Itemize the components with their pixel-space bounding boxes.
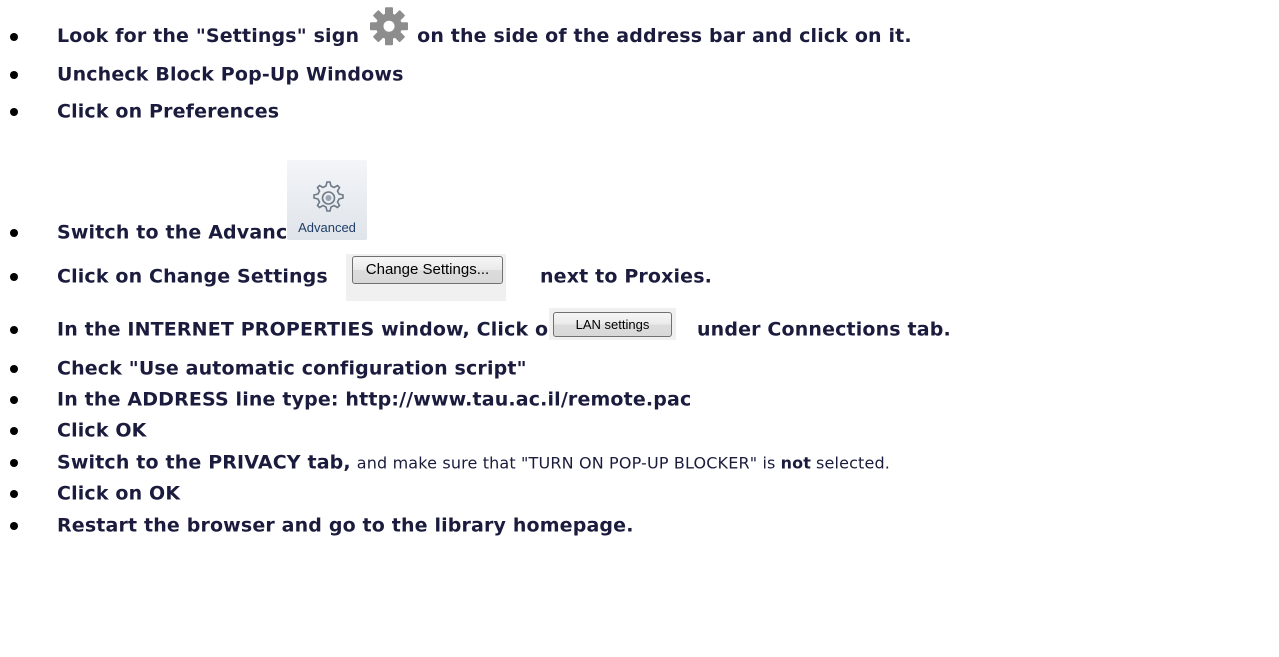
advanced-tab-button[interactable]: Advanced bbox=[287, 160, 367, 240]
item-text: Check "Use automatic configuration scrip… bbox=[57, 357, 527, 380]
lan-settings-button[interactable]: LAN settings bbox=[553, 312, 672, 337]
advanced-label: Advanced bbox=[298, 220, 356, 235]
list-item: Click on OK bbox=[0, 479, 1279, 509]
list-item: In the ADDRESS line type: http://www.tau… bbox=[0, 385, 1279, 415]
list-item: Look for the "Settings" sign on the side… bbox=[0, 7, 1279, 52]
bullet bbox=[10, 326, 18, 334]
list-item: Switch to the Advanced tab bbox=[0, 218, 1279, 248]
gear-icon bbox=[369, 6, 409, 46]
gears-icon bbox=[313, 181, 344, 212]
item-text: In the ADDRESS line type: http://www.tau… bbox=[57, 388, 692, 411]
item-text: Click on Change Settings bbox=[57, 265, 328, 288]
instruction-list: Look for the "Settings" sign on the side… bbox=[0, 0, 1279, 657]
list-item: Click OK bbox=[0, 416, 1279, 446]
emphasis-text: not bbox=[780, 453, 812, 473]
bullet bbox=[10, 427, 18, 435]
bullet bbox=[10, 490, 18, 498]
item-text: Click OK bbox=[57, 419, 147, 442]
bullet bbox=[10, 522, 18, 530]
item-text: Uncheck Block Pop-Up Windows bbox=[57, 63, 404, 86]
list-item: Click on Change Settings next to Proxies… bbox=[0, 262, 1279, 292]
bullet bbox=[10, 365, 18, 373]
bullet bbox=[10, 108, 18, 116]
bullet bbox=[10, 229, 18, 237]
item-text: Click on Preferences bbox=[57, 100, 280, 123]
item-text: Look for the "Settings" sign bbox=[57, 25, 360, 48]
item-text: Restart the browser and go to the librar… bbox=[57, 514, 634, 537]
item-text: Click on OK bbox=[57, 482, 181, 505]
bullet bbox=[10, 33, 18, 41]
list-item: Switch to the PRIVACY tab, and make sure… bbox=[0, 448, 1279, 478]
item-text: next to Proxies. bbox=[540, 265, 713, 288]
list-item: Restart the browser and go to the librar… bbox=[0, 511, 1279, 541]
item-text: and make sure that "TURN ON POP-UP BLOCK… bbox=[356, 453, 776, 473]
item-text: on the side of the address bar and click… bbox=[417, 25, 912, 48]
bullet bbox=[10, 273, 18, 281]
item-text: selected. bbox=[816, 453, 891, 473]
change-settings-button[interactable]: Change Settings... bbox=[352, 256, 503, 284]
bullet bbox=[10, 396, 18, 404]
item-text: under Connections tab. bbox=[697, 318, 951, 341]
list-item: Click on Preferences bbox=[0, 97, 1279, 127]
bullet bbox=[10, 459, 18, 467]
item-text: In the INTERNET PROPERTIES window, Click… bbox=[57, 318, 562, 341]
list-item: Check "Use automatic configuration scrip… bbox=[0, 354, 1279, 384]
list-item: Uncheck Block Pop-Up Windows bbox=[0, 60, 1279, 90]
bullet bbox=[10, 71, 18, 79]
item-text: Switch to the PRIVACY tab, bbox=[57, 451, 351, 474]
